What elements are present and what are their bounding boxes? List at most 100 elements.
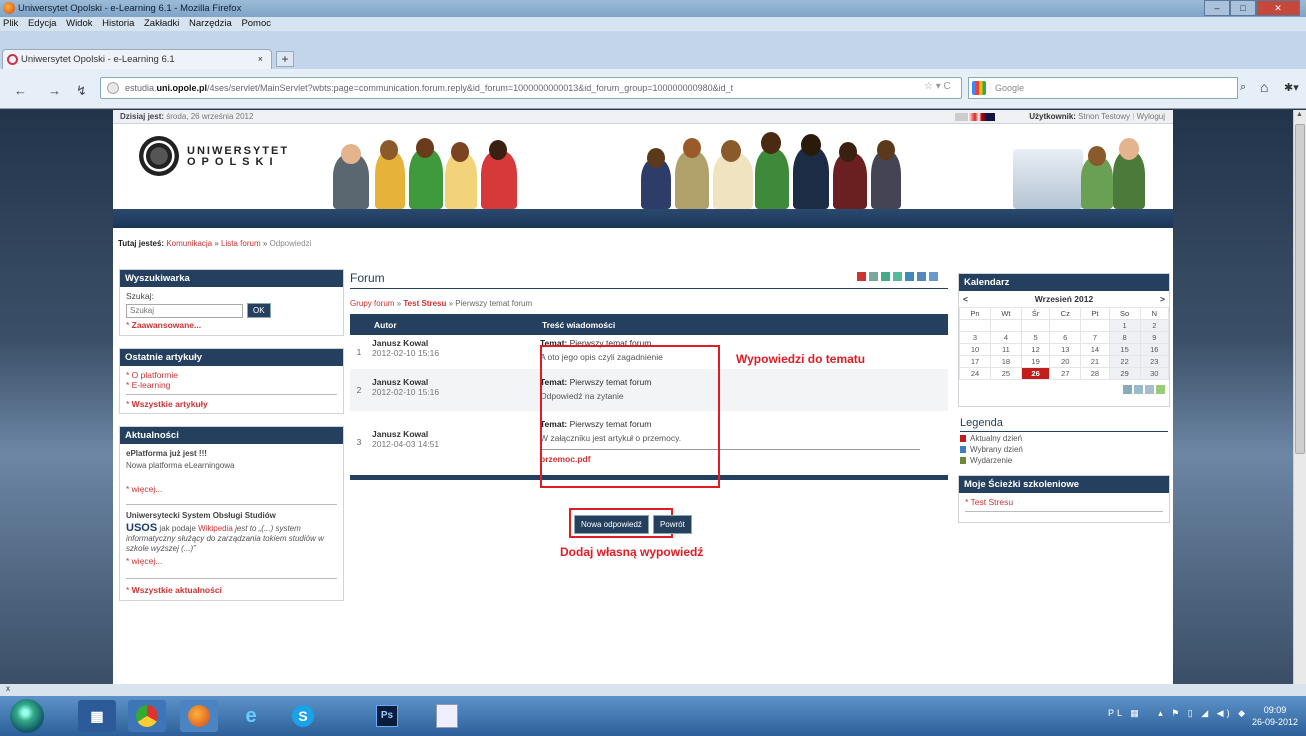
- calendar-day[interactable]: 20: [1049, 355, 1082, 368]
- calendar-day[interactable]: 17: [959, 355, 991, 368]
- home-icon[interactable]: ⌂: [1260, 79, 1268, 95]
- chrome-taskbar-icon[interactable]: [128, 700, 166, 732]
- calendar-day[interactable]: 11: [989, 343, 1022, 356]
- calendar-day[interactable]: 15: [1108, 343, 1141, 356]
- training-path-link[interactable]: Test Stresu: [971, 497, 1014, 507]
- view-icon[interactable]: [905, 272, 914, 281]
- menu-history[interactable]: Historia: [102, 18, 134, 29]
- news-more-link[interactable]: więcej...: [132, 556, 163, 566]
- calendar-day[interactable]: 30: [1139, 367, 1170, 380]
- photoshop-taskbar-icon[interactable]: Ps: [368, 700, 406, 732]
- menu-bookmarks[interactable]: Zakładki: [144, 18, 179, 29]
- menu-file[interactable]: Plik: [3, 18, 18, 29]
- view-icon[interactable]: [929, 272, 938, 281]
- language-flags-icon[interactable]: [955, 113, 995, 121]
- calendar-day[interactable]: 12: [1020, 343, 1051, 356]
- calendar-day[interactable]: 27: [1049, 367, 1082, 380]
- scrollbar-thumb[interactable]: [1295, 124, 1305, 454]
- forum-test-link[interactable]: Test Stresu: [403, 299, 446, 308]
- article-link[interactable]: O platformie: [132, 370, 178, 380]
- status-close-icon[interactable]: x: [6, 684, 10, 693]
- back-button[interactable]: Powrót: [652, 515, 692, 534]
- logout-link[interactable]: Wyloguj: [1137, 112, 1165, 121]
- skype-taskbar-icon[interactable]: S: [284, 700, 322, 732]
- article-link[interactable]: E-learning: [132, 380, 171, 390]
- all-news-link[interactable]: Wszystkie aktualności: [132, 585, 222, 595]
- maximize-button[interactable]: □: [1230, 0, 1256, 16]
- bookmark-star-icon[interactable]: ☆ ▾ C: [924, 81, 951, 92]
- start-button[interactable]: [10, 699, 44, 733]
- bookmarks-icon[interactable]: ✱▾: [1284, 81, 1299, 94]
- minimize-button[interactable]: –: [1204, 0, 1230, 16]
- calendar-day[interactable]: 21: [1080, 355, 1110, 368]
- calendar-day[interactable]: 16: [1139, 343, 1170, 356]
- language-indicator[interactable]: PL: [1108, 708, 1125, 718]
- new-reply-button[interactable]: Nowa odpowiedź: [574, 515, 649, 534]
- page-scrollbar[interactable]: ▲: [1293, 110, 1306, 684]
- calendar-day[interactable]: 18: [989, 355, 1022, 368]
- internet-explorer-taskbar-icon[interactable]: e: [232, 700, 270, 732]
- calendar-next-icon[interactable]: >: [1160, 294, 1165, 304]
- tab-close-icon[interactable]: ×: [258, 54, 263, 64]
- search-bar[interactable]: Google: [968, 77, 1238, 99]
- forum-groups-link[interactable]: Grupy forum: [350, 299, 394, 308]
- menu-edit[interactable]: Edycja: [28, 18, 57, 29]
- firefox-taskbar-icon[interactable]: [180, 700, 218, 732]
- calendar-day[interactable]: 24: [959, 367, 991, 380]
- search-icon[interactable]: ⌕: [1240, 81, 1246, 94]
- system-tray[interactable]: PL ▦ ▴ ⚑ ▯ ◢ ◀) ◆: [1108, 708, 1248, 719]
- calendar-day[interactable]: 22: [1108, 355, 1141, 368]
- document-taskbar-icon[interactable]: [428, 700, 466, 732]
- wikipedia-link[interactable]: Wikipedia: [198, 524, 233, 533]
- url-bar[interactable]: estudia.uni.opole.pl/4ses/servlet/MainSe…: [100, 77, 962, 99]
- calendar-day[interactable]: 4: [989, 331, 1022, 344]
- add-event-icon[interactable]: [1156, 385, 1165, 394]
- new-tab-button[interactable]: +: [276, 51, 294, 67]
- news-more-link[interactable]: więcej...: [132, 484, 163, 494]
- calendar-prev-icon[interactable]: <: [963, 294, 968, 304]
- advanced-search-link[interactable]: Zaawansowane...: [132, 320, 201, 330]
- calendar-day[interactable]: 10: [959, 343, 991, 356]
- calendar-day[interactable]: 28: [1080, 367, 1110, 380]
- view-icon[interactable]: [881, 272, 890, 281]
- calendar-day[interactable]: 1: [1108, 319, 1141, 332]
- all-articles-link[interactable]: Wszystkie artykuły: [132, 399, 208, 409]
- calendar-day[interactable]: 26: [1020, 367, 1051, 380]
- university-logo-icon[interactable]: [139, 136, 179, 176]
- week-view-icon[interactable]: [1134, 385, 1143, 394]
- search-ok-button[interactable]: OK: [247, 303, 271, 318]
- calendar-day[interactable]: 9: [1139, 331, 1170, 344]
- calendar-day[interactable]: 23: [1139, 355, 1170, 368]
- calendar-day[interactable]: 6: [1049, 331, 1082, 344]
- view-icon[interactable]: [917, 272, 926, 281]
- view-icon[interactable]: [893, 272, 902, 281]
- day-view-icon[interactable]: [1123, 385, 1132, 394]
- back-icon[interactable]: ←: [14, 83, 27, 98]
- calendar-day[interactable]: 8: [1108, 331, 1141, 344]
- calendar-day[interactable]: 25: [989, 367, 1022, 380]
- print-icon[interactable]: [857, 272, 866, 281]
- calendar-day[interactable]: 3: [959, 331, 991, 344]
- calendar-day[interactable]: 2: [1139, 319, 1170, 332]
- menu-tools[interactable]: Narzędzia: [189, 18, 232, 29]
- forward-icon[interactable]: →: [48, 83, 61, 98]
- close-button[interactable]: ✕: [1256, 0, 1300, 16]
- menu-help[interactable]: Pomoc: [241, 18, 271, 29]
- calendar-day[interactable]: 13: [1049, 343, 1082, 356]
- calendar-day[interactable]: 14: [1080, 343, 1110, 356]
- browser-tab[interactable]: Uniwersytet Opolski - e-Learning 6.1 ×: [2, 49, 272, 69]
- site-search-input[interactable]: [126, 303, 243, 318]
- calendar-day[interactable]: 19: [1020, 355, 1051, 368]
- menu-view[interactable]: Widok: [66, 18, 92, 29]
- calendar-day[interactable]: 5: [1020, 331, 1051, 344]
- export-icon[interactable]: [869, 272, 878, 281]
- month-view-icon[interactable]: [1145, 385, 1154, 394]
- site-identity-icon[interactable]: [107, 82, 119, 94]
- breadcrumb-forum-list[interactable]: Lista forum: [221, 239, 261, 248]
- scroll-up-icon[interactable]: ▲: [1296, 111, 1303, 118]
- page-info-icon[interactable]: ↯: [76, 83, 87, 99]
- explorer-taskbar-icon[interactable]: ▦: [78, 700, 116, 732]
- calendar-day[interactable]: 29: [1108, 367, 1141, 380]
- breadcrumb-communication[interactable]: Komunikacja: [166, 239, 212, 248]
- calendar-day[interactable]: 7: [1080, 331, 1110, 344]
